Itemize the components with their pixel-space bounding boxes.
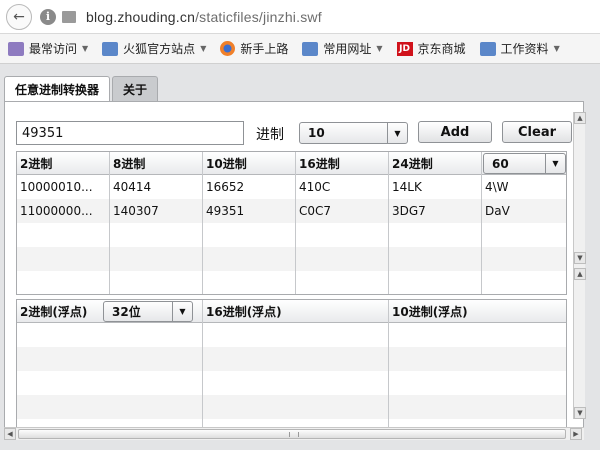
table-row <box>17 247 566 271</box>
column-divider <box>109 152 110 294</box>
table-row <box>17 395 566 419</box>
col-header-dec[interactable]: 10进制 <box>203 152 295 175</box>
col-header-hex-float[interactable]: 16进制(浮点) <box>203 300 387 323</box>
base-select[interactable]: 10 ▼ <box>299 122 408 144</box>
chevron-down-icon: ▼ <box>545 154 565 173</box>
col-header-base24[interactable]: 24进制 <box>389 152 481 175</box>
column-divider <box>481 152 482 294</box>
vertical-scrollbar[interactable]: ▲ ▼ ▲ ▼ <box>573 112 586 419</box>
table-row <box>17 271 566 294</box>
scroll-up-icon[interactable]: ▲ <box>574 268 586 280</box>
folder-icon <box>102 41 119 56</box>
bookmark-jd[interactable]: JD 京东商城 <box>396 40 466 57</box>
table-cell[interactable]: DaV <box>482 199 566 223</box>
col-header-hex[interactable]: 16进制 <box>296 152 388 175</box>
col-header-oct[interactable]: 8进制 <box>110 152 202 175</box>
url-path: /staticfiles/jinzhi.swf <box>195 8 322 25</box>
table-row <box>17 223 566 247</box>
grip-icon <box>289 432 299 437</box>
scroll-left-icon[interactable]: ◀ <box>4 428 16 440</box>
table-cell[interactable]: C0C7 <box>296 199 388 223</box>
base-select-value: 10 <box>308 126 325 140</box>
table-cell[interactable]: 10000010... <box>17 175 109 199</box>
table-cell[interactable]: 4\W <box>482 175 566 199</box>
bookmark-label: 京东商城 <box>417 42 466 56</box>
scroll-thumb[interactable] <box>18 429 566 439</box>
table-cell[interactable]: 410C <box>296 175 388 199</box>
firefox-icon <box>220 41 236 56</box>
address-bar: ← i blog.zhouding.cn/staticfiles/jinzhi.… <box>0 0 600 34</box>
star-folder-icon <box>8 41 24 56</box>
scroll-right-icon[interactable]: ▶ <box>570 428 582 440</box>
flash-app: 任意进制转换器 关于 进制 10 ▼ Add Clear 2进制 8进制 10进… <box>0 64 600 450</box>
chevron-down-icon: ▼ <box>376 44 383 53</box>
table-cell[interactable]: 3DG7 <box>389 199 481 223</box>
bookmarks-bar: 最常访问 ▼ 火狐官方站点 ▼ 新手上路 常用网址 ▼ JD 京东商城 工作资料… <box>0 34 600 64</box>
tab-converter[interactable]: 任意进制转换器 <box>4 76 111 102</box>
folder-icon <box>479 41 496 56</box>
table-row <box>17 347 566 371</box>
bookmark-label: 常用网址 <box>323 42 372 56</box>
bookmark-common-sites[interactable]: 常用网址 ▼ <box>302 40 383 57</box>
jd-icon: JD <box>396 41 413 56</box>
column-divider <box>202 300 203 430</box>
table-cell[interactable]: 49351 <box>203 199 295 223</box>
chevron-down-icon: ▼ <box>82 44 89 53</box>
table-cell[interactable]: 140307 <box>110 199 202 223</box>
conversion-table: 2进制 8进制 10进制 16进制 24进制 60 ▼ 10000010... … <box>16 151 567 295</box>
table-row <box>17 371 566 395</box>
table-cell[interactable]: 40414 <box>110 175 202 199</box>
chevron-down-icon: ▼ <box>200 44 207 53</box>
bookmark-label: 最常访问 <box>29 42 78 56</box>
add-button[interactable]: Add <box>418 121 492 143</box>
bookmark-label: 工作资料 <box>500 42 549 56</box>
base-label: 进制 <box>256 127 284 143</box>
converter-panel: 进制 10 ▼ Add Clear 2进制 8进制 10进制 16进制 24进制… <box>4 101 586 440</box>
col-header-dec-float[interactable]: 10进制(浮点) <box>389 300 566 323</box>
back-arrow-icon: ← <box>13 8 25 25</box>
scroll-up-icon[interactable]: ▲ <box>574 112 586 124</box>
column-divider <box>388 300 389 430</box>
bookmark-firefox-official[interactable]: 火狐官方站点 ▼ <box>102 40 206 57</box>
col-header-bin[interactable]: 2进制 <box>17 152 109 175</box>
chevron-down-icon: ▼ <box>387 123 407 143</box>
table-cell[interactable]: 11000000... <box>17 199 109 223</box>
table-cell[interactable]: 16652 <box>203 175 295 199</box>
chevron-down-icon: ▼ <box>553 44 560 53</box>
table-cell[interactable]: 14LK <box>389 175 481 199</box>
url-host: blog.zhouding.cn <box>86 8 196 25</box>
custom-base-select[interactable]: 60 ▼ <box>483 153 566 174</box>
tab-bar: 任意进制转换器 关于 <box>4 76 159 102</box>
bookmark-most-visited[interactable]: 最常访问 ▼ <box>8 40 88 57</box>
folder-icon <box>302 41 319 56</box>
float-table: 2进制(浮点) 32位 ▼ 16进制(浮点) 10进制(浮点) <box>16 299 567 431</box>
bookmark-label: 新手上路 <box>240 42 289 56</box>
table-row <box>17 323 566 347</box>
column-divider <box>202 152 203 294</box>
col-header-bin-float[interactable]: 2进制(浮点) <box>17 300 101 323</box>
bit-width-select[interactable]: 32位 ▼ <box>103 301 193 322</box>
bookmark-label: 火狐官方站点 <box>123 42 196 56</box>
horizontal-scrollbar[interactable]: ◀ ▶ <box>4 427 584 440</box>
chevron-down-icon: ▼ <box>172 302 192 321</box>
back-button[interactable]: ← <box>6 3 32 30</box>
number-input[interactable] <box>16 121 244 145</box>
site-info-icon[interactable]: i <box>40 8 56 25</box>
scroll-down-icon[interactable]: ▼ <box>574 252 586 264</box>
scroll-down-icon[interactable]: ▼ <box>574 407 586 419</box>
column-divider <box>388 152 389 294</box>
clear-button[interactable]: Clear <box>502 121 572 143</box>
bookmark-getting-started[interactable]: 新手上路 <box>220 40 288 57</box>
tab-about[interactable]: 关于 <box>112 76 159 102</box>
custom-base-value: 60 <box>492 156 509 171</box>
url-field[interactable]: blog.zhouding.cn/staticfiles/jinzhi.swf <box>86 9 322 25</box>
bookmark-work-docs[interactable]: 工作资料 ▼ <box>479 40 560 57</box>
column-divider <box>295 152 296 294</box>
page-icon <box>62 10 76 23</box>
bit-width-value: 32位 <box>112 305 141 319</box>
